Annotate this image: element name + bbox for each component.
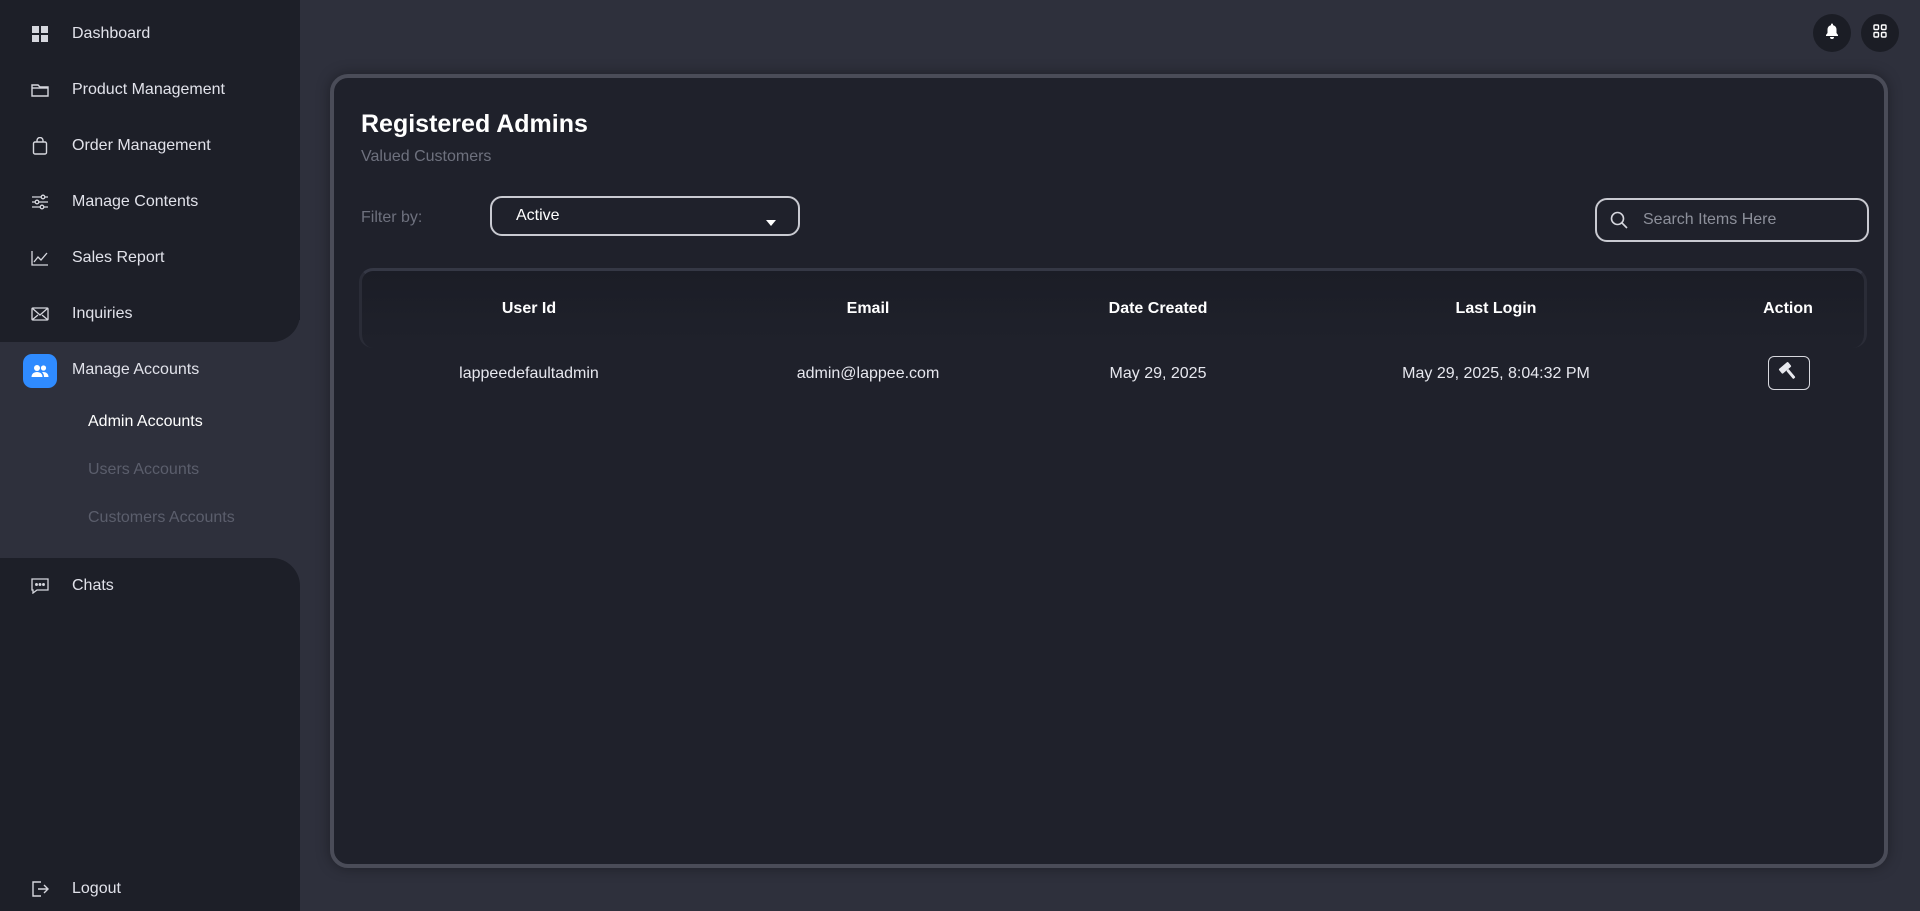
sidebar-item-label: Manage Contents — [72, 193, 199, 210]
page-subtitle: Valued Customers — [361, 148, 492, 165]
sidebar-item-chats[interactable]: Chats — [0, 558, 300, 614]
search-icon — [1610, 211, 1628, 234]
sidebar-subitem-customers-accounts[interactable]: Customers Accounts — [88, 509, 235, 527]
apps-grid-icon — [1873, 23, 1887, 43]
sidebar-item-label: Product Management — [72, 81, 225, 98]
apps-button[interactable] — [1861, 14, 1899, 52]
search-box[interactable] — [1595, 198, 1869, 242]
sidebar-subitem-users-accounts[interactable]: Users Accounts — [88, 461, 199, 479]
sidebar-item-label: Chats — [72, 577, 114, 594]
column-header-user-id[interactable]: User Id — [502, 300, 556, 318]
column-header-email[interactable]: Email — [847, 300, 890, 318]
sidebar-item-label: Order Management — [72, 137, 211, 154]
sidebar-item-manage-contents[interactable]: Manage Contents — [0, 174, 300, 230]
row-action-button[interactable] — [1768, 356, 1810, 390]
column-header-last-login[interactable]: Last Login — [1456, 300, 1537, 318]
sidebar-item-product-management[interactable]: Product Management — [0, 62, 300, 118]
sidebar-item-manage-accounts[interactable]: Manage Accounts — [0, 342, 300, 398]
cell-date-created: May 29, 2025 — [1109, 365, 1207, 382]
sidebar-item-logout[interactable]: Logout — [0, 861, 300, 911]
sidebar-item-label: Dashboard — [72, 25, 151, 42]
notification-button[interactable] — [1813, 14, 1851, 52]
sidebar-item-dashboard[interactable]: Dashboard — [0, 6, 300, 62]
sidebar-item-inquiries[interactable]: Inquiries — [0, 286, 300, 342]
column-header-date-created[interactable]: Date Created — [1109, 300, 1208, 318]
hammer-icon — [1778, 361, 1800, 386]
sidebar-item-sales-report[interactable]: Sales Report — [0, 230, 300, 286]
status-filter-value: Active — [516, 207, 560, 224]
page-title: Registered Admins — [361, 110, 588, 138]
column-header-action: Action — [1763, 300, 1813, 317]
sidebar: Dashboard Product Management Order Manag… — [0, 0, 300, 911]
cell-last-login: May 29, 2025, 8:04:32 PM — [1402, 365, 1590, 382]
cell-email: admin@lappee.com — [796, 365, 940, 382]
chat-icon — [30, 576, 50, 596]
filter-label: Filter by: — [361, 209, 423, 226]
bell-icon — [1825, 23, 1839, 44]
sidebar-item-label: Logout — [72, 880, 121, 897]
sidebar-item-order-management[interactable]: Order Management — [0, 118, 300, 174]
sliders-icon — [30, 192, 50, 212]
shopping-bag-icon — [30, 136, 50, 156]
sidebar-item-label: Manage Accounts — [72, 361, 200, 378]
grid-icon — [30, 24, 50, 44]
search-input[interactable] — [1643, 200, 1863, 240]
cell-user-id: lappeedefaultadmin — [459, 365, 599, 382]
mail-icon — [30, 304, 50, 324]
folder-icon — [30, 80, 50, 100]
sidebar-item-label: Sales Report — [72, 249, 165, 266]
sidebar-subitem-admin-accounts[interactable]: Admin Accounts — [88, 413, 203, 431]
logout-icon — [30, 879, 50, 899]
caret-down-icon — [766, 213, 776, 231]
admins-card: Registered Admins Valued Customers Filte… — [330, 74, 1888, 868]
sidebar-item-label: Inquiries — [72, 305, 133, 322]
line-chart-icon — [30, 248, 50, 268]
status-filter-select[interactable]: Active — [490, 196, 800, 236]
